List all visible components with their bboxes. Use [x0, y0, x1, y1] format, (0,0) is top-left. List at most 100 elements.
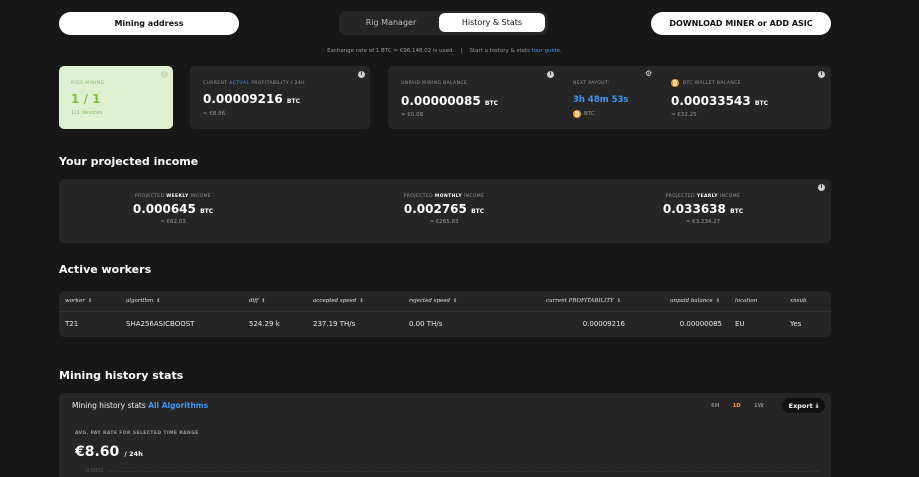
col-accepted-speed[interactable]: accepted speed ⇕ — [313, 298, 364, 304]
export-button[interactable]: Export ⤓ — [782, 398, 825, 413]
label-pre: PROJECTED — [665, 194, 696, 199]
chart-axis-tick: 0.0002 — [86, 468, 104, 474]
info-icon[interactable]: i — [547, 71, 554, 78]
monthly-label: PROJECTED MONTHLY INCOME — [331, 194, 557, 199]
sort-icon: ⇕ — [616, 298, 621, 304]
label-bold: WEEKLY — [166, 194, 189, 199]
unit: BTC — [754, 100, 768, 107]
col-algorithm[interactable]: algorithm ⇕ — [126, 298, 160, 304]
monthly-income: PROJECTED MONTHLY INCOME 0.002765 BTC ≈ … — [331, 194, 557, 225]
range-1w[interactable]: 1W — [754, 403, 764, 409]
weekly-label: PROJECTED WEEKLY INCOME — [73, 194, 273, 199]
mining-address-label: Mining address — [114, 19, 184, 28]
col-profitability[interactable]: current PROFITABILITY ⇕ — [546, 298, 621, 304]
algorithm-selector[interactable]: All Algorithms — [148, 401, 208, 410]
monthly-value: 0.002765 BTC — [331, 202, 557, 216]
col-label: algorithm — [126, 298, 154, 304]
unit: BTC — [286, 98, 300, 105]
mining-history-card: Mining history stats All Algorithms 6H 1… — [59, 393, 831, 477]
export-label: Export — [788, 401, 813, 410]
col-label: accepted speed — [313, 298, 357, 304]
label-bold: YEARLY — [696, 194, 718, 199]
tab-history-stats-label: History & Stats — [461, 18, 523, 27]
cell-diff: 524.29 k — [249, 320, 280, 328]
profitability-value: 0.00009216 BTC — [203, 92, 300, 106]
col-label: unpaid balance — [670, 298, 713, 304]
monthly-eur: ≈ €265.83 — [429, 219, 459, 225]
mining-address-button[interactable]: Mining address — [59, 12, 239, 35]
col-xnsub[interactable]: xnsub — [790, 298, 807, 304]
value: 0.033638 — [662, 202, 726, 216]
wallet-label: BTC WALLET BALANCE — [683, 80, 741, 86]
info-icon[interactable]: i — [818, 71, 825, 78]
profitability-card: i CURRENT ACTUAL PROFITABILITY / 24H 0.0… — [190, 66, 370, 129]
unpaid-label: UNPAID MINING BALANCE — [401, 81, 468, 86]
bitcoin-icon: ₿ — [671, 79, 679, 87]
col-label: xnsub — [790, 298, 807, 304]
range-1d[interactable]: 1D — [732, 403, 740, 409]
table-row[interactable]: T21 SHA256ASICBOOST 524.29 k 237.19 TH/s… — [59, 313, 831, 335]
payout-currency-label: BTC — [584, 111, 595, 117]
active-workers-title: Active workers — [59, 263, 152, 276]
weekly-eur: ≈ €62.03 — [160, 219, 186, 225]
info-icon[interactable]: i — [358, 71, 365, 78]
profitability-label: CURRENT ACTUAL PROFITABILITY / 24H — [203, 81, 305, 86]
sort-icon: ⇕ — [453, 298, 458, 304]
bitcoin-icon: ₿ — [573, 110, 581, 118]
unit: BTC — [200, 208, 214, 215]
exchange-rate-text: Exchange rate of 1 BTC ≈ €96,148.02 is u… — [327, 48, 455, 54]
history-card-title: Mining history stats All Algorithms — [72, 401, 208, 410]
tour-guide-link[interactable]: tour guide. — [532, 48, 562, 54]
projected-income-title: Your projected income — [59, 155, 199, 168]
col-rejected-speed[interactable]: rejected speed ⇕ — [409, 298, 457, 304]
value: 0.00009216 — [203, 92, 283, 106]
value: 0.00000085 — [401, 94, 481, 108]
col-unpaid-balance[interactable]: unpaid balance ⇕ — [670, 298, 720, 304]
cell-algorithm: SHA256ASICBOOST — [126, 320, 195, 328]
note-separator: | — [460, 48, 463, 54]
yearly-value: 0.033638 BTC — [603, 202, 803, 216]
next-payout-value: 3h 48m 53s — [573, 95, 629, 105]
next-payout-label: NEXT PAYOUT: — [573, 81, 610, 86]
col-worker[interactable]: worker ⇕ — [65, 298, 92, 304]
range-6h[interactable]: 6H — [711, 403, 719, 409]
cell-rejected-speed: 0.00 TH/s — [409, 320, 443, 328]
col-diff[interactable]: diff ⇕ — [249, 298, 265, 304]
label-post: PROFITABILITY / 24H — [251, 81, 305, 86]
label-accent: ACTUAL — [229, 81, 250, 86]
col-location[interactable]: location — [735, 298, 757, 304]
label-post: INCOME — [719, 194, 741, 199]
unit: BTC — [730, 208, 744, 215]
range-selector: 6H 1D 1W — [711, 403, 764, 409]
tab-rig-manager[interactable]: Rig Manager — [343, 13, 439, 32]
chart-gridline — [109, 471, 819, 472]
avg-pay-rate-unit: / 24h — [124, 450, 143, 458]
wallet-label-row: ₿ BTC WALLET BALANCE — [671, 79, 741, 87]
gear-icon[interactable]: ⚙ — [645, 69, 652, 78]
yearly-label: PROJECTED YEARLY INCOME — [603, 194, 803, 199]
label-post: INCOME — [463, 194, 485, 199]
cell-accepted-speed: 237.19 TH/s — [313, 320, 356, 328]
cell-location: EU — [735, 320, 745, 328]
download-miner-button[interactable]: DOWNLOAD MINER or ADD ASIC — [651, 12, 831, 35]
tab-history-stats[interactable]: History & Stats — [439, 13, 545, 32]
info-icon[interactable]: i — [818, 184, 825, 191]
avg-pay-rate-value: €8.60 — [75, 444, 120, 460]
value: 0.00033543 — [671, 94, 751, 108]
rigs-devices: 1/1 devices — [71, 110, 103, 116]
sort-icon: ⇕ — [715, 298, 720, 304]
label-bold: MONTHLY — [434, 194, 462, 199]
cell-profitability: 0.00009216 — [582, 320, 625, 328]
yearly-income: PROJECTED YEARLY INCOME 0.033638 BTC ≈ €… — [603, 194, 803, 225]
wallet-eur: ≈ €32.25 — [671, 112, 697, 118]
cell-xnsub: Yes — [790, 320, 802, 328]
cell-unpaid-balance: 0.00000085 — [679, 320, 722, 328]
col-label: rejected speed — [409, 298, 451, 304]
label-pre: PROJECTED — [403, 194, 433, 199]
download-icon: ⤓ — [815, 401, 819, 409]
info-icon[interactable]: i — [161, 71, 168, 78]
balance-card: i UNPAID MINING BALANCE 0.00000085 BTC ≈… — [388, 66, 831, 129]
avg-pay-rate: €8.60 / 24h — [75, 441, 143, 460]
rigs-mining-card[interactable]: i RIGS MINING 1 / 1 1/1 devices — [59, 66, 173, 129]
history-card-title-text: Mining history stats — [72, 401, 146, 410]
